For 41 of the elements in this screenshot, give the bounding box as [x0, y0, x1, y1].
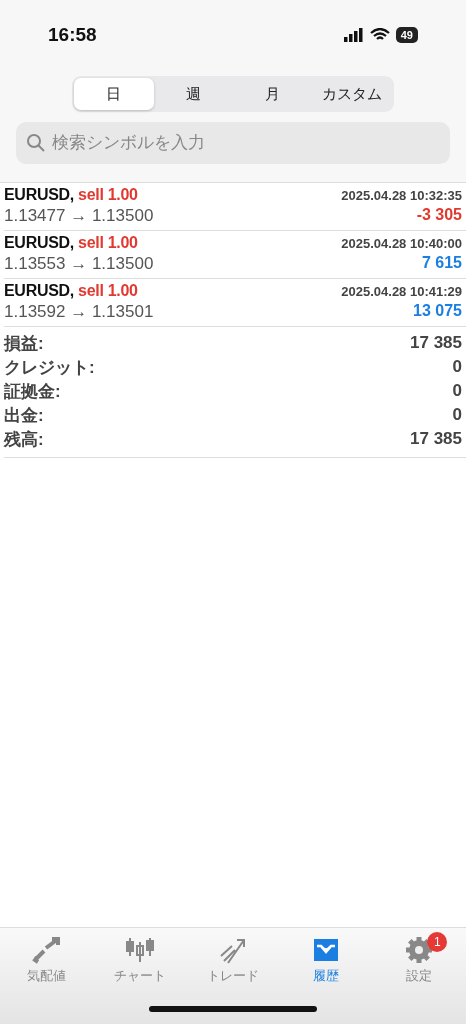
trade-profit: 7 615: [421, 254, 462, 273]
period-tab[interactable]: 月: [233, 78, 313, 110]
tab-bar-item[interactable]: 気配値: [0, 928, 94, 992]
period-tab[interactable]: 日: [74, 78, 154, 110]
summary-label: 残高:: [4, 428, 44, 451]
summary-label: 出金:: [4, 404, 44, 427]
trade-symbol: EURUSD, sell 1.00: [4, 186, 139, 204]
summary-value: 0: [452, 381, 462, 401]
signal-icon: [343, 28, 364, 42]
trade-profit: -3 305: [416, 206, 462, 225]
period-tab[interactable]: カスタム: [312, 78, 392, 110]
tab-bar-item[interactable]: チャート: [93, 928, 187, 992]
status-time: 16:58: [48, 24, 97, 46]
summary-value: 17 385: [410, 333, 462, 353]
battery-level: 49: [395, 27, 418, 43]
notification-badge: 1: [427, 932, 448, 952]
trade-prices: 1.13477 → 1.13500: [4, 206, 155, 226]
tab-bar-item[interactable]: 履歴: [279, 928, 373, 992]
trade-symbol: EURUSD, sell 1.00: [4, 234, 139, 252]
trade-profit: 13 075: [413, 302, 462, 321]
summary-label: クレジット:: [4, 356, 95, 379]
trade-time: 2025.04.28 10:40:00: [341, 235, 462, 251]
summary-value: 0: [452, 357, 462, 377]
trade-time: 2025.04.28 10:32:35: [341, 187, 462, 203]
summary-value: 0: [452, 405, 462, 425]
candlestick-icon: [124, 935, 155, 964]
wifi-icon: [369, 28, 390, 42]
period-tab[interactable]: 週: [153, 78, 233, 110]
trade-time: 2025.04.28 10:41:29: [341, 283, 462, 299]
tab-bar-item[interactable]: 設定 1: [372, 928, 466, 992]
summary-value: 17 385: [410, 429, 462, 449]
settings-icon: [404, 935, 435, 964]
trade-symbol: EURUSD, sell 1.00: [4, 282, 139, 300]
search-icon: [26, 133, 46, 153]
tab-bar-item[interactable]: トレード: [186, 928, 280, 992]
search-field[interactable]: 検索シンボルを入力: [16, 122, 450, 164]
summary-label: 証拠金:: [4, 380, 61, 403]
summary-label: 損益:: [4, 332, 44, 355]
trade-prices: 1.13553 → 1.13500: [4, 254, 155, 274]
trade-prices: 1.13592 → 1.13501: [4, 302, 155, 322]
double-arrow-icon: [31, 935, 62, 964]
